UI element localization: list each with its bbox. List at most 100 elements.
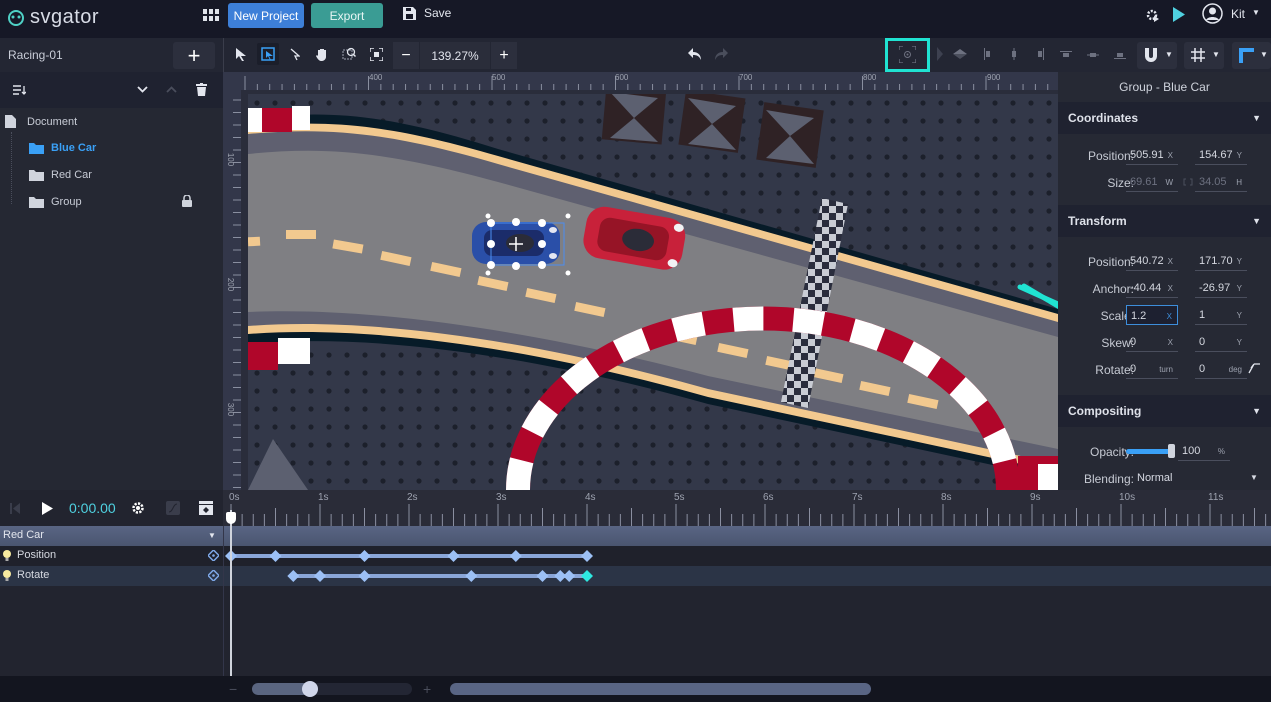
section-coordinates[interactable]: Coordinates ▼ [1058,102,1271,134]
caret-down-icon[interactable]: ▼ [1250,473,1258,482]
blending-select[interactable]: Normal [1137,472,1172,484]
timeline-group-row[interactable]: Red Car ▼ [0,526,1271,546]
add-button[interactable]: + [173,42,215,69]
current-time[interactable]: 0:00.00 [69,500,116,516]
canvas-area[interactable]: 400 500 600 700 800 900 100 200 300 [223,72,1058,490]
keyframe-diamond[interactable] [447,550,460,562]
keyframe-lanes[interactable] [223,546,1271,586]
rotate-turn-input[interactable]: 0 turn [1126,359,1178,379]
keyframe-diamond[interactable] [509,550,522,562]
skip-back-icon[interactable] [10,503,20,514]
save-button[interactable]: Save [403,6,451,20]
coord-position-y-input[interactable]: 154.67 Y [1195,145,1247,165]
opacity-slider-handle[interactable] [1168,444,1175,458]
align-left-icon[interactable] [984,48,992,60]
snap-magnet-button[interactable]: ▼ [1137,42,1177,69]
grid-toggle-button[interactable]: ▼ [1184,42,1224,69]
align-bottom-icon[interactable] [1114,51,1126,59]
lock-icon[interactable] [182,195,192,207]
skew-y-input[interactable]: 0Y [1195,332,1247,352]
keyframe-diamond[interactable] [581,570,593,582]
artboard[interactable] [248,94,1058,490]
zoom-tool[interactable] [338,43,360,65]
size-height-input[interactable]: 34.05 H [1195,172,1247,192]
settings-gear-icon[interactable] [131,501,145,515]
transform-position-y-input[interactable]: 171.70 Y [1195,251,1247,271]
project-name[interactable]: Racing-01 [8,48,63,62]
apps-grid-icon[interactable] [203,8,219,22]
scale-y-input[interactable]: 1Y [1195,305,1247,325]
zoom-in-button[interactable]: + [491,42,517,69]
align-middle-v-icon[interactable] [1087,51,1099,59]
keyframe-diamond[interactable] [358,550,371,562]
select-tool[interactable] [230,43,252,65]
node-select-tool[interactable] [257,43,279,65]
zoom-level-field[interactable]: 139.27% [420,42,490,69]
timeline-ruler[interactable]: 0s 1s 2s 3s 4s 5s 6s 7s 8s 9s 10s 11s [223,490,1271,526]
keyframe-diamond[interactable] [314,570,326,582]
rotate-path-icon[interactable] [1248,362,1261,374]
align-right-icon[interactable] [1036,48,1044,60]
tree-document[interactable]: Document [5,115,77,128]
layer-item-group[interactable]: Group [29,196,82,208]
playhead-handle[interactable] [226,512,236,524]
timeline-zoom-out-button[interactable]: − [229,681,237,697]
layer-item-red-car[interactable]: Red Car [29,169,92,181]
timeline-horizontal-scrollbar[interactable] [450,683,871,695]
sort-layers-icon[interactable] [13,85,26,96]
user-name[interactable]: Kit [1231,7,1245,21]
easing-icon[interactable] [166,501,180,515]
transform-position-x-input[interactable]: 540.72 X [1126,251,1178,271]
user-menu-caret-icon[interactable]: ▼ [1252,8,1260,17]
align-center-h-icon[interactable] [1010,48,1018,60]
opacity-input[interactable]: 100% [1178,441,1230,461]
keyframe-filter-icon[interactable] [199,501,213,515]
flip-vertical-icon[interactable] [953,49,967,59]
keyframe-diamond[interactable] [465,570,478,582]
flip-horizontal-icon[interactable] [935,47,945,61]
zoom-out-button[interactable]: − [393,42,419,69]
move-up-icon[interactable] [166,86,177,93]
size-width-input[interactable]: 69.61 W [1126,172,1178,192]
timeline-zoom-slider[interactable] [252,683,412,695]
hand-tool[interactable] [311,43,333,65]
bulb-icon[interactable] [3,550,11,562]
section-compositing[interactable]: Compositing ▼ [1058,395,1271,427]
direct-select-tool[interactable] [284,43,306,65]
caret-down-icon[interactable]: ▼ [208,531,216,540]
move-down-icon[interactable] [137,86,148,93]
keyframe-diamond[interactable] [269,550,282,562]
add-keyframe-icon[interactable] [208,550,219,561]
keyframe-diamond[interactable] [581,550,593,562]
bulb-icon[interactable] [3,570,11,582]
skew-x-input[interactable]: 0X [1126,332,1178,352]
rotate-deg-input[interactable]: 0 deg [1195,359,1247,379]
anchor-y-input[interactable]: -26.97 Y [1195,278,1247,298]
play-icon[interactable] [42,502,53,515]
export-button[interactable]: Export [311,3,383,28]
timeline-zoom-in-button[interactable]: + [423,681,431,697]
scale-x-input[interactable]: 1.2 X [1126,305,1178,325]
keyframe-diamond[interactable] [287,570,300,582]
trash-icon[interactable] [196,83,207,96]
align-top-icon[interactable] [1060,51,1072,59]
new-project-button[interactable]: New Project [228,3,304,28]
timeline-zoom-handle[interactable] [301,681,318,697]
app-logo[interactable]: svgator [6,6,99,29]
keyframe-diamond[interactable] [563,570,576,582]
link-ratio-icon[interactable] [1183,178,1193,186]
undo-icon[interactable] [688,47,702,61]
opacity-slider-track[interactable] [1126,449,1172,454]
center-anchor-icon[interactable] [899,46,916,63]
anchor-x-input[interactable]: -40.44 X [1126,278,1178,298]
section-transform[interactable]: Transform ▼ [1058,205,1271,237]
coord-position-x-input[interactable]: 505.91 X [1126,145,1178,165]
fit-screen-tool[interactable] [365,43,387,65]
vertical-ruler[interactable]: 100 200 300 [223,90,241,490]
playhead-line[interactable] [230,510,232,676]
keyframe-diamond[interactable] [358,570,371,582]
user-avatar-icon[interactable] [1202,3,1223,24]
redo-icon[interactable] [714,47,728,61]
layer-item-blue-car[interactable]: Blue Car [29,142,96,154]
play-preview-icon[interactable] [1173,7,1185,22]
